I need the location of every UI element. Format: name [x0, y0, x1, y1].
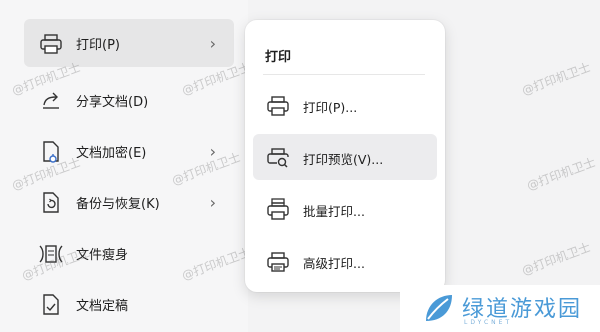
menu-item-label: 文件瘦身	[76, 247, 129, 263]
menu-item-label: 文档定稿	[76, 298, 129, 314]
print-preview-icon	[265, 145, 291, 171]
share-icon	[38, 88, 64, 114]
logo-subtext: LDYCNET	[464, 319, 513, 326]
menu-item-encrypt-document[interactable]: 文档加密(E) ›	[24, 127, 234, 175]
compress-file-icon	[38, 241, 64, 267]
logo-leaf-icon	[420, 291, 456, 331]
submenu-title: 打印	[265, 50, 292, 65]
submenu-item-label: 打印预览(V)...	[303, 152, 384, 167]
submenu-item-print[interactable]: 打印(P)...	[253, 82, 437, 128]
print-submenu: 打印 打印(P)... 打印预览(V)... 批量打印... 高级打印...	[245, 20, 445, 292]
submenu-item-advanced-print[interactable]: 高级打印...	[253, 238, 437, 284]
site-logo: 绿道游戏园 LDYCNET	[400, 285, 600, 332]
lock-document-icon	[38, 139, 64, 165]
batch-print-icon	[265, 197, 291, 223]
menu-top-edge	[24, 0, 234, 4]
menu-item-label: 备份与恢复(K)	[76, 196, 160, 212]
advanced-print-icon	[265, 249, 291, 275]
divider	[263, 74, 425, 75]
submenu-item-label: 打印(P)...	[303, 100, 358, 115]
printer-icon	[38, 31, 64, 57]
submenu-item-print-preview[interactable]: 打印预览(V)...	[253, 134, 437, 180]
chevron-right-icon: ›	[209, 192, 216, 212]
submenu-item-label: 批量打印...	[303, 204, 365, 219]
menu-item-print[interactable]: 打印(P) ›	[24, 19, 234, 67]
menu-item-backup-restore[interactable]: 备份与恢复(K) ›	[24, 178, 234, 226]
file-menu-panel: 打印(P) › 分享文档(D) 文档加密(E) › 备份与恢复(K) › 文件瘦…	[0, 0, 248, 332]
menu-item-label: 分享文档(D)	[76, 94, 149, 110]
menu-item-share-document[interactable]: 分享文档(D)	[24, 76, 234, 124]
backup-icon	[38, 190, 64, 216]
chevron-right-icon: ›	[209, 33, 216, 53]
submenu-item-batch-print[interactable]: 批量打印...	[253, 186, 437, 232]
chevron-right-icon: ›	[209, 141, 216, 161]
menu-item-finalize-document[interactable]: 文档定稿	[24, 280, 234, 328]
menu-item-label: 打印(P)	[76, 37, 120, 53]
menu-item-label: 文档加密(E)	[76, 145, 147, 161]
menu-item-file-slim[interactable]: 文件瘦身	[24, 229, 234, 277]
submenu-item-label: 高级打印...	[303, 256, 365, 271]
printer-icon	[265, 93, 291, 119]
finalize-document-icon	[38, 292, 64, 318]
